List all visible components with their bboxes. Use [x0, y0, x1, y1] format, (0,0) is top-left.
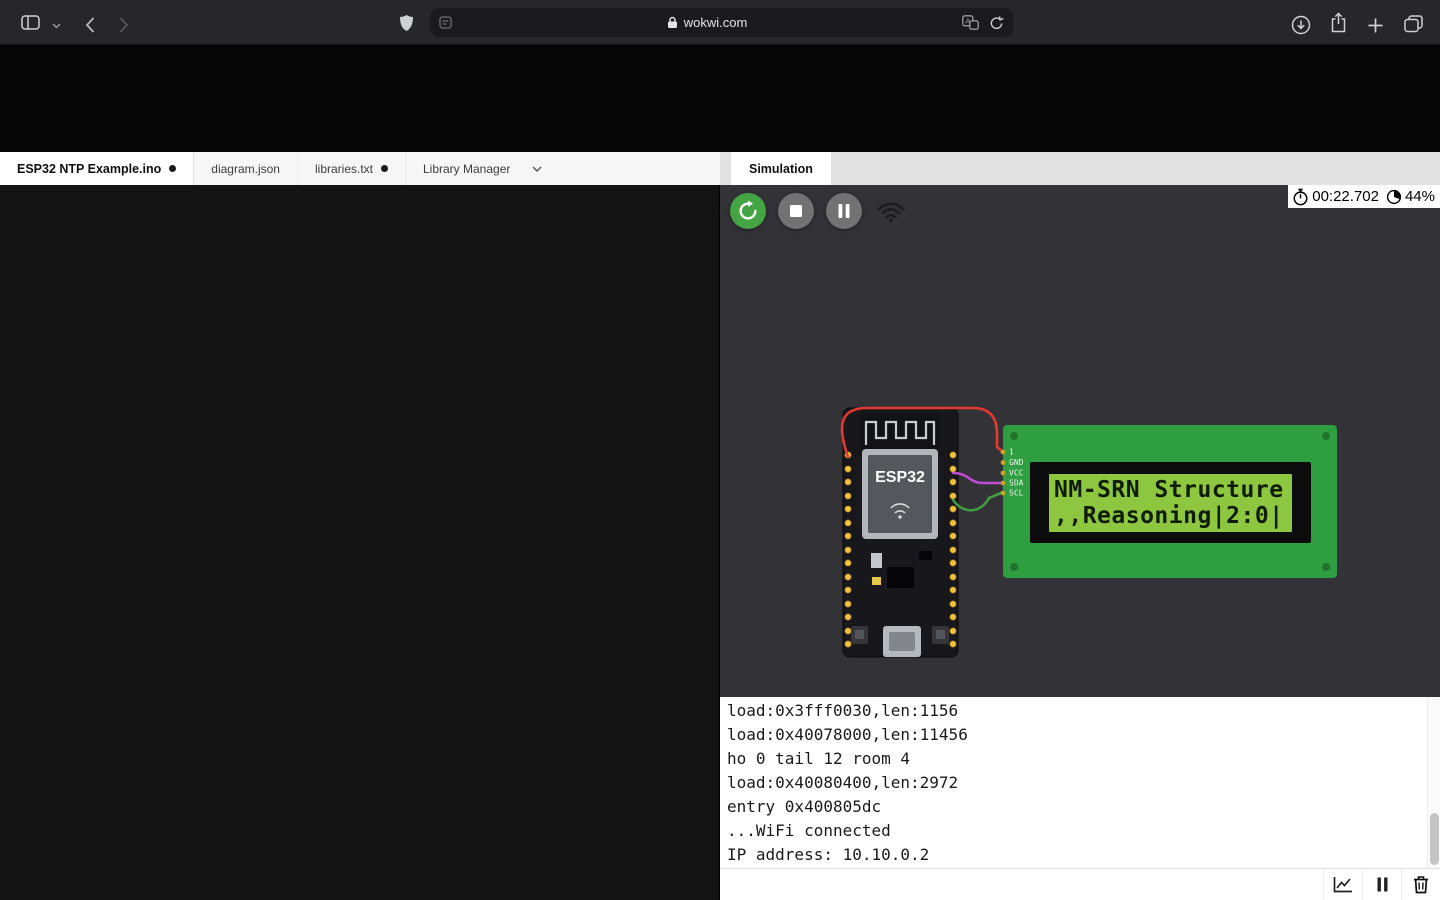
page-header-area: [0, 45, 1440, 152]
chevron-down-icon: [52, 23, 61, 29]
sidebar-menu-chevron[interactable]: [52, 23, 61, 29]
privacy-shield-button[interactable]: [399, 14, 414, 32]
wifi-icon: [877, 201, 905, 223]
lcd-pin-label-vcc: VCC: [1009, 469, 1024, 478]
serial-toolbar: [720, 868, 1440, 900]
clear-console-button[interactable]: [1401, 869, 1440, 900]
en-button-cap: [855, 630, 864, 639]
crystal: [871, 553, 882, 568]
back-button[interactable]: [85, 17, 95, 33]
restart-icon: [737, 200, 759, 222]
new-tab-button[interactable]: [1367, 17, 1384, 34]
editor-tabbar: ESP32 NTP Example.ino diagram.json libra…: [0, 152, 720, 185]
lcd-pin-label-gnd: GND: [1009, 458, 1024, 467]
console-scrollbar-thumb[interactable]: [1430, 813, 1439, 865]
share-icon: [1330, 12, 1347, 33]
translate-icon[interactable]: A: [962, 15, 979, 30]
tab-simulation[interactable]: Simulation: [731, 152, 831, 185]
lcd-pin-label-sda: SDA: [1009, 479, 1024, 488]
url-text: wokwi.com: [684, 15, 748, 30]
tab-label: libraries.txt: [315, 162, 373, 176]
serial-line: IP address: 10.10.0.2: [720, 843, 1440, 867]
wire-purple[interactable]: [953, 473, 1001, 483]
serial-pause-button[interactable]: [1362, 869, 1401, 900]
console-scrollbar[interactable]: [1427, 697, 1440, 868]
lcd-line-1: NM-SRN Structure: [1054, 477, 1284, 503]
capacitor: [872, 577, 881, 585]
regulator-chip: [919, 551, 932, 560]
board-label: ESP32: [875, 469, 925, 486]
serial-line: load:0x40080400,len:2972: [720, 771, 1440, 795]
plot-icon: [1333, 876, 1353, 893]
tab-label: ESP32 NTP Example.ino: [17, 162, 161, 176]
lcd1602-module[interactable]: NM-SRN Structure ,,Reasoning|2:0|: [1003, 425, 1337, 578]
pause-icon: [838, 204, 850, 218]
simulation-status-badge: 00:22.702 44%: [1288, 185, 1440, 208]
lcd-pin-label-scl: SCL: [1009, 489, 1024, 498]
unsaved-dot: [169, 165, 176, 172]
tab-library-manager[interactable]: Library Manager: [406, 152, 559, 185]
serial-line: ...WiFi connected: [720, 819, 1440, 843]
tab-label: Simulation: [749, 162, 813, 176]
browser-toolbar: wokwi.com A: [0, 0, 1440, 45]
simulation-timer: 00:22.702: [1312, 188, 1379, 205]
tabs-overview-icon: [1404, 15, 1423, 33]
esp32-right-pins: [950, 452, 956, 647]
wifi-status: [877, 201, 905, 228]
tab-label: Library Manager: [423, 162, 510, 176]
cpu-gauge-icon: [1386, 189, 1402, 205]
downloads-button[interactable]: [1291, 15, 1311, 35]
cpu-load: 44%: [1405, 188, 1435, 205]
serial-line: ho 0 tail 12 room 4: [720, 747, 1440, 771]
stop-simulation-button[interactable]: [778, 193, 814, 229]
share-button[interactable]: [1330, 12, 1347, 33]
lcd-line-2: ,,Reasoning|2:0|: [1054, 503, 1284, 529]
stopwatch-icon: [1292, 188, 1309, 206]
reload-icon[interactable]: [989, 15, 1004, 31]
lock-icon: [667, 16, 678, 29]
unsaved-dot: [381, 165, 388, 172]
stop-icon: [790, 205, 802, 217]
download-icon: [1291, 15, 1311, 35]
sidebar-toggle-button[interactable]: [21, 15, 40, 30]
tab-overview-button[interactable]: [1404, 15, 1423, 33]
tab-label: diagram.json: [211, 162, 280, 176]
serial-line: load:0x3fff0030,len:1156: [720, 699, 1440, 723]
tab-diagram-json[interactable]: diagram.json: [194, 152, 298, 185]
wire-green[interactable]: [953, 493, 1001, 510]
forward-icon: [119, 17, 129, 33]
new-tab-icon: [1367, 17, 1384, 34]
lcd-pin-label-1: 1: [1009, 448, 1014, 457]
sidebar-icon: [21, 15, 40, 30]
reader-icon: [439, 16, 452, 29]
forward-button[interactable]: [119, 17, 129, 33]
tab-sketch-file[interactable]: ESP32 NTP Example.ino: [0, 152, 194, 185]
serial-line: load:0x40078000,len:11456: [720, 723, 1440, 747]
esp32-left-pins: [845, 452, 851, 647]
usb-connector-inner: [889, 632, 915, 651]
esp32-board[interactable]: ESP32: [843, 408, 958, 657]
trash-icon: [1412, 875, 1430, 894]
serial-pause-icon: [1377, 877, 1388, 892]
restart-simulation-button[interactable]: [730, 193, 766, 229]
simulation-panel: NM-SRN Structure ,,Reasoning|2:0| ESP32: [720, 185, 1440, 697]
code-editor[interactable]: [0, 185, 719, 900]
serial-line: entry 0x400805dc: [720, 795, 1440, 819]
usb-chip: [887, 567, 914, 588]
serial-monitor[interactable]: load:0x3fff0030,len:1156 load:0x40078000…: [720, 697, 1440, 868]
simulation-tabbar: Simulation: [720, 152, 1440, 185]
tab-libraries-txt[interactable]: libraries.txt: [298, 152, 406, 185]
chevron-down-icon: [532, 166, 542, 172]
back-icon: [85, 17, 95, 33]
shield-icon: [399, 14, 414, 32]
pause-simulation-button[interactable]: [826, 193, 862, 229]
circuit-canvas[interactable]: NM-SRN Structure ,,Reasoning|2:0| ESP32: [720, 185, 1440, 697]
screen: wokwi.com A: [0, 0, 1440, 900]
url-bar[interactable]: wokwi.com A: [430, 8, 1013, 37]
boot-button-cap: [936, 630, 945, 639]
plot-button[interactable]: [1323, 869, 1362, 900]
